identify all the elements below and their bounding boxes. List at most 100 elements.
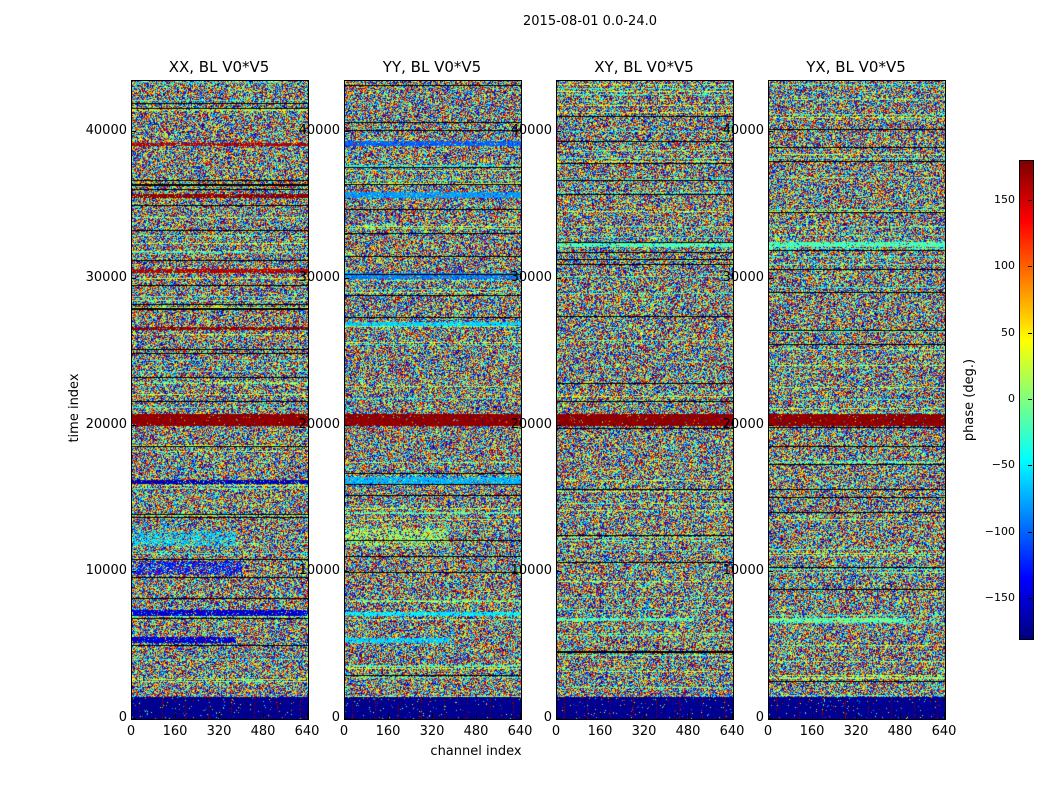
x-tick-label: 640 (294, 724, 320, 739)
y-tick-mark (131, 278, 136, 279)
x-tick-mark (944, 713, 945, 718)
x-tick-mark (263, 713, 264, 718)
y-tick-label: 0 (755, 710, 764, 725)
colorbar-tick-mark (1028, 598, 1032, 600)
y-tick-mark (131, 424, 136, 426)
x-tick-label: 320 (206, 724, 232, 739)
x-tick-label: 0 (763, 724, 773, 739)
y-tick-label: 30000 (85, 270, 127, 285)
colorbar-tick-mark (1028, 531, 1032, 533)
y-tick-label: 0 (543, 710, 552, 725)
y-tick-label: 20000 (510, 416, 552, 432)
x-tick-mark (768, 713, 769, 718)
colorbar-tick-mark (1028, 199, 1032, 201)
x-tick-mark (688, 713, 689, 718)
phase-heatmap (768, 80, 946, 720)
x-tick-label: 320 (843, 724, 869, 739)
colorbar-tick-mark (1028, 465, 1032, 467)
x-tick-mark (344, 713, 345, 718)
y-tick-label: 0 (331, 710, 340, 725)
y-tick-label: 10000 (298, 563, 340, 579)
x-tick-mark (476, 713, 477, 718)
x-tick-label: 0 (126, 724, 136, 739)
y-tick-mark (768, 571, 773, 573)
phase-heatmap (131, 80, 309, 720)
x-tick-mark (432, 713, 433, 718)
colorbar-tick-label: 0 (1008, 392, 1015, 405)
y-tick-label: 20000 (298, 416, 340, 432)
y-tick-mark (556, 571, 561, 573)
phase-heatmap (556, 80, 734, 720)
y-tick-label: 40000 (298, 123, 340, 139)
y-tick-label: 0 (118, 710, 127, 725)
panel-title: YY, BL V0*V5 (382, 58, 482, 76)
x-tick-label: 0 (551, 724, 561, 739)
x-tick-mark (388, 713, 389, 718)
y-tick-mark (556, 718, 561, 719)
colorbar-tick-label: 150 (994, 192, 1015, 206)
x-tick-mark (600, 713, 601, 718)
colorbar-tick-mark (1028, 399, 1032, 400)
x-axis-label: channel index (430, 744, 522, 759)
x-tick-label: 320 (419, 724, 445, 739)
x-tick-label: 160 (375, 724, 401, 739)
x-tick-mark (131, 713, 132, 718)
phase-heatmap (344, 80, 522, 720)
y-tick-mark (344, 424, 349, 426)
y-tick-label: 40000 (722, 123, 764, 139)
colorbar (1019, 160, 1034, 640)
x-tick-label: 640 (719, 724, 745, 739)
y-tick-label: 10000 (85, 563, 127, 579)
y-tick-label: 30000 (298, 270, 340, 285)
x-tick-label: 320 (631, 724, 657, 739)
y-tick-label: 30000 (510, 270, 552, 285)
y-tick-mark (344, 131, 349, 133)
y-tick-mark (131, 571, 136, 573)
x-tick-mark (644, 713, 645, 718)
y-tick-mark (768, 718, 773, 719)
colorbar-label: phase (deg.) (962, 358, 977, 442)
x-tick-mark (812, 713, 813, 718)
y-tick-mark (768, 278, 773, 279)
x-tick-label: 640 (507, 724, 533, 739)
x-tick-label: 480 (675, 724, 701, 739)
y-tick-label: 10000 (722, 563, 764, 579)
y-axis-label: time index (67, 373, 82, 443)
colorbar-tick-label: 100 (994, 259, 1015, 273)
x-tick-mark (856, 713, 857, 718)
y-tick-mark (344, 718, 349, 719)
colorbar-tick-label: −100 (984, 524, 1015, 538)
y-tick-label: 20000 (722, 416, 764, 432)
x-tick-mark (900, 713, 901, 718)
x-tick-label: 160 (799, 724, 825, 739)
y-tick-label: 40000 (510, 123, 552, 139)
y-tick-mark (768, 424, 773, 426)
y-tick-mark (344, 278, 349, 279)
panel-title: XX, BL V0*V5 (168, 58, 270, 76)
colorbar-tick-label: −50 (991, 458, 1015, 472)
x-tick-label: 480 (463, 724, 489, 739)
panel-title: XY, BL V0*V5 (594, 58, 694, 76)
figure-title: 2015-08-01 0.0-24.0 (523, 14, 657, 29)
y-tick-mark (556, 131, 561, 133)
x-tick-label: 640 (931, 724, 957, 739)
y-tick-label: 30000 (722, 270, 764, 285)
x-tick-mark (219, 713, 220, 718)
x-tick-label: 0 (339, 724, 349, 739)
x-tick-label: 480 (887, 724, 913, 739)
y-tick-mark (131, 131, 136, 133)
y-tick-label: 40000 (85, 123, 127, 139)
x-tick-label: 480 (250, 724, 276, 739)
colorbar-tick-mark (1028, 332, 1032, 334)
panel-title: YX, BL V0*V5 (806, 58, 906, 76)
y-tick-mark (768, 131, 773, 133)
x-tick-label: 160 (587, 724, 613, 739)
colorbar-tick-label: −150 (984, 591, 1015, 605)
y-tick-mark (556, 278, 561, 279)
x-tick-label: 160 (162, 724, 188, 739)
x-tick-mark (556, 713, 557, 718)
colorbar-tick-label: 50 (1001, 325, 1015, 339)
x-tick-mark (175, 713, 176, 718)
y-tick-label: 10000 (510, 563, 552, 579)
y-tick-mark (344, 571, 349, 573)
